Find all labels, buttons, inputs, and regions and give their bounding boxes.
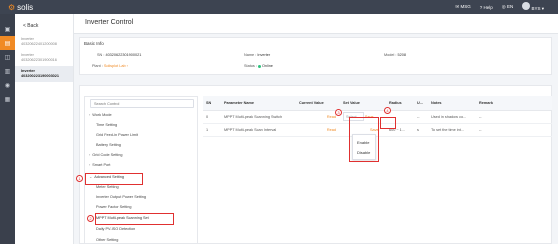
name-field: Name : Inverter [244,53,270,57]
annotation-number-4: 4 [384,107,391,114]
row-remark: -- [476,123,552,137]
name-label: Name : [244,53,257,57]
name-value: Inverter [257,53,271,57]
plant-field: Plant : Solisplot Lab › [92,64,128,68]
device-item[interactable]: Inverter 40320622301900016 [15,50,73,66]
app-logo: ⚙ solis [8,3,33,12]
status-field: Status : Online [244,64,273,68]
model-label: Model : [384,53,397,57]
station-icon[interactable]: ◫ [0,50,15,64]
icon-rail: ▣ ▤ ◫ ▥ ◉ ▦ [0,14,15,244]
chart-icon[interactable]: ▥ [0,64,15,78]
col-remark: Remark [476,96,552,111]
row-notes: Used in shadow co... [428,110,476,124]
tree-node[interactable]: Other Setting [96,238,118,242]
plant-label: Plant : [92,64,103,68]
sn-label: SN : [97,53,105,57]
read-button[interactable]: Read [327,115,336,119]
search-control-input[interactable] [90,99,194,108]
col-unit: U... [414,96,428,111]
row-parameter-name: MPPT Multi-peak Scan Interval [221,123,296,137]
device-sn: 403200223190003021 [21,74,60,78]
annotation-box-mppt-scanning [95,213,174,225]
top-bar: ⚙ solis ✉ MSG ? Help ◎ EN BYS ▾ [0,0,558,14]
col-notes: Notes [428,96,476,111]
row-unit: -- [414,110,428,124]
col-sn: SN [203,96,221,111]
tree-node[interactable]: Work Mode [89,113,111,117]
tree-node[interactable]: Battery Setting [96,143,121,147]
annotation-number-1: 1 [76,175,83,182]
annotation-number-2: 2 [87,215,94,222]
msg-label: MSG [460,4,471,9]
page-title: Inverter Control [85,19,134,26]
tree-node[interactable]: Meter Setting [96,185,119,189]
service-icon[interactable]: ▦ [0,92,15,106]
help-button[interactable]: ? Help [480,5,493,10]
sn-field: SN : 40320622301900021 [97,53,141,57]
annotation-box-set-value [349,117,379,162]
col-current-value: Current Value [296,96,340,111]
tree-node[interactable]: Daily PV-ISO Detection [96,227,135,231]
annotation-number-3: 3 [335,109,342,116]
solis-logo-icon: ⚙ [8,2,16,12]
plant-link[interactable]: Solisplot Lab [104,64,126,68]
basic-info-card: Basic Info SN : 40320622301900021 Name :… [79,37,552,75]
device-item-selected[interactable]: Inverter 403200223190003021 [15,66,73,82]
logo-text: solis [17,2,34,12]
page-header: Inverter Control [74,14,558,34]
user-menu[interactable]: BYS ▾ [522,2,544,12]
row-sn: 0 [203,110,221,124]
msg-button[interactable]: ✉ MSG [455,4,470,10]
col-parameter-name: Parameter Name [221,96,296,111]
row-remark: -- [476,110,552,124]
model-value: 5208 [397,53,406,57]
device-sn: 40320622401200008 [21,42,57,46]
status-badge: Online [261,64,273,68]
row-sn: 1 [203,123,221,137]
device-item[interactable]: Inverter 40320622401200008 [15,34,73,50]
row-parameter-name: MPPT Multi-peak Scanning Switch [221,110,296,124]
status-label: Status : [244,64,257,68]
user-name: BYS [531,6,541,11]
read-button[interactable]: Read [327,128,336,132]
device-icon[interactable]: ▤ [0,36,15,50]
annotation-box-save [380,117,396,129]
settings-icon[interactable]: ◉ [0,78,15,92]
row-unit: s [414,123,428,137]
help-label: Help [483,4,493,10]
sn-value: 40320622301900021 [105,53,142,57]
device-list: < Back Inverter 40320622401200008 Invert… [15,14,74,244]
tree-node[interactable]: Grid Feed-in Power Limit [96,133,138,137]
status-dot [257,64,261,68]
tree-node[interactable]: Smart Port [89,163,110,167]
language-label: EN [506,4,514,9]
col-set-value: Set Value [340,96,386,111]
tree-node[interactable]: Grid Code Setting [89,153,122,157]
model-field: Model : 5208 [384,53,406,57]
table-header-row: SN Parameter Name Current Value Set Valu… [203,96,552,111]
tree-node[interactable]: Power Factor Setting [96,205,131,209]
annotation-box-advanced-setting [85,173,143,185]
device-sn: 40320622301900016 [21,58,57,62]
avatar [522,2,531,10]
row-notes: To set the time int... [428,123,476,137]
language-selector[interactable]: ◎ EN [502,4,513,10]
tree-node[interactable]: Inverter Output Power Setting [96,195,146,199]
tree-node[interactable]: Time Setting [96,123,117,127]
basic-info-title: Basic Info [84,41,104,46]
home-icon[interactable]: ▣ [0,22,15,36]
back-button[interactable]: < Back [15,14,73,34]
